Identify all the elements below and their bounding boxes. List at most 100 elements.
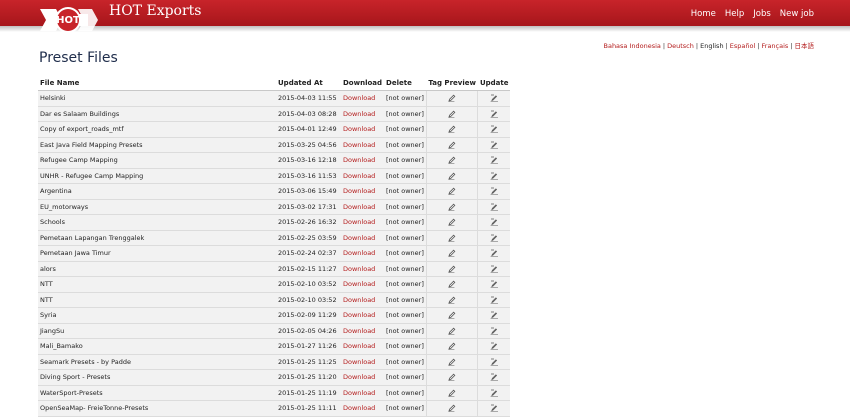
nav-jobs-link[interactable]: Jobs [753,9,771,19]
download-link[interactable]: Download [341,307,385,324]
download-link[interactable]: Download [341,168,385,184]
table-row: Diving Sport - Presets 2015-01-25 11:20 Do… [38,369,511,386]
preset-file-name: Seamark Presets - by Padde [38,354,276,370]
update-button[interactable] [477,137,511,153]
tag-preview-button[interactable] [425,400,478,417]
edit-icon [490,389,499,397]
update-button[interactable] [477,214,511,231]
lang-bahasa-indonesia[interactable]: Bahasa Indonesia [604,42,661,50]
pencil-icon [448,234,456,242]
download-link[interactable]: Download [341,152,385,169]
download-link[interactable]: Download [341,385,385,401]
update-button[interactable] [477,400,511,417]
download-link[interactable]: Download [341,199,385,215]
edit-icon [490,172,499,180]
preset-file-name: Mali_Bamako [38,338,276,355]
download-link[interactable]: Download [341,276,385,293]
table-row: NTT 2015-02-10 03:52 Download [not owner] [38,276,511,293]
tag-preview-button[interactable] [425,338,478,355]
update-button[interactable] [477,90,511,107]
lang-deutsch[interactable]: Deutsch [667,42,694,50]
download-link[interactable]: Download [341,261,385,277]
tag-preview-button[interactable] [425,121,478,138]
tag-preview-button[interactable] [425,245,478,262]
update-button[interactable] [477,369,511,386]
tag-preview-button[interactable] [425,90,478,107]
update-button[interactable] [477,168,511,184]
download-link[interactable]: Download [341,400,385,417]
lang-espanol[interactable]: Español [730,42,756,50]
tag-preview-button[interactable] [425,199,478,215]
preset-updated-at: 2015-02-26 16:32 [276,214,341,231]
lang-japanese[interactable]: 日本語 [795,42,815,50]
update-button[interactable] [477,245,511,262]
download-link[interactable]: Download [341,338,385,355]
update-button[interactable] [477,354,511,370]
download-link[interactable]: Download [341,369,385,386]
pencil-icon [448,296,456,304]
delete-status: [not owner] [384,354,427,370]
update-button[interactable] [477,152,511,169]
tag-preview-button[interactable] [425,137,478,153]
tag-preview-button[interactable] [425,261,478,277]
top-nav: Home Help Jobs New job [691,9,814,19]
tag-preview-button[interactable] [425,152,478,169]
update-button[interactable] [477,230,511,246]
download-link[interactable]: Download [341,90,385,107]
nav-home-link[interactable]: Home [691,9,716,19]
preset-file-name: NTT [38,292,276,308]
preset-file-name: JiangSu [38,323,276,339]
update-button[interactable] [477,106,511,122]
update-button[interactable] [477,292,511,308]
tag-preview-button[interactable] [425,183,478,200]
table-row: JiangSu 2015-02-05 04:26 Download [not owne… [38,323,511,339]
pencil-icon [448,389,456,397]
tag-preview-button[interactable] [425,323,478,339]
tag-preview-button[interactable] [425,230,478,246]
tag-preview-button[interactable] [425,292,478,308]
download-link[interactable]: Download [341,106,385,122]
lang-francais[interactable]: Français [762,42,789,50]
update-button[interactable] [477,307,511,324]
app-title[interactable]: HOT Exports [109,3,201,19]
update-button[interactable] [477,199,511,215]
tag-preview-button[interactable] [425,354,478,370]
download-link[interactable]: Download [341,183,385,200]
update-button[interactable] [477,323,511,339]
update-button[interactable] [477,385,511,401]
tag-preview-button[interactable] [425,276,478,293]
edit-icon [490,110,499,118]
table-row: UNHR - Refugee Camp Mapping 2015-03-16 11… [38,168,511,184]
pencil-icon [448,358,456,366]
hot-logo[interactable]: HOT [40,3,100,37]
tag-preview-button[interactable] [425,385,478,401]
preset-file-name: East Java Field Mapping Presets [38,137,276,153]
pencil-icon [448,187,456,196]
tag-preview-button[interactable] [425,214,478,231]
update-button[interactable] [477,183,511,200]
download-link[interactable]: Download [341,245,385,262]
language-switcher: Bahasa Indonesia | Deutsch | English | Español… [604,40,815,50]
nav-help-link[interactable]: Help [725,9,744,19]
download-link[interactable]: Download [341,292,385,308]
tag-preview-button[interactable] [425,106,478,122]
download-link[interactable]: Download [341,323,385,339]
download-link[interactable]: Download [341,354,385,370]
download-link[interactable]: Download [341,230,385,246]
update-button[interactable] [477,261,511,277]
preset-updated-at: 2015-02-25 03:59 [276,230,341,246]
preset-file-name: Argentina [38,183,276,200]
download-link[interactable]: Download [341,214,385,231]
nav-new-job-link[interactable]: New job [780,9,814,19]
delete-status: [not owner] [384,323,427,339]
download-link[interactable]: Download [341,137,385,153]
tag-preview-button[interactable] [425,369,478,386]
update-button[interactable] [477,121,511,138]
delete-status: [not owner] [384,199,427,215]
tag-preview-button[interactable] [425,168,478,184]
update-button[interactable] [477,276,511,293]
tag-preview-button[interactable] [425,307,478,324]
update-button[interactable] [477,338,511,355]
download-link[interactable]: Download [341,121,385,138]
pencil-icon [448,280,456,289]
